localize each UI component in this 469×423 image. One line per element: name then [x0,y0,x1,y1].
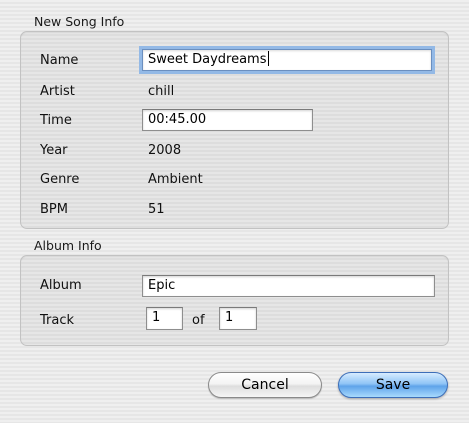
genre-value: Ambient [148,172,203,187]
bpm-value: 51 [148,202,165,217]
of-label: of [192,313,205,328]
artist-value: chill [148,84,175,99]
bpm-label: BPM [40,202,68,217]
album-info-legend: Album Info [34,238,102,253]
year-label: Year [40,143,68,158]
artist-label: Artist [40,84,75,99]
genre-label: Genre [40,172,80,187]
album-info-group [20,255,449,346]
save-button[interactable]: Save [338,372,448,398]
song-info-legend: New Song Info [34,14,125,29]
name-field[interactable]: Sweet Daydreams [142,49,432,71]
album-field[interactable]: Epic [142,275,435,297]
cancel-button[interactable]: Cancel [208,372,322,398]
album-label: Album [40,278,82,293]
time-label: Time [40,113,72,128]
name-field-value: Sweet Daydreams [148,52,267,67]
track-number-field[interactable]: 1 [146,307,183,330]
text-caret [267,51,269,66]
track-label: Track [40,313,75,328]
name-label: Name [40,53,79,68]
year-value: 2008 [148,143,182,158]
track-total-field[interactable]: 1 [219,307,257,330]
time-field[interactable]: 00:45.00 [142,109,313,131]
